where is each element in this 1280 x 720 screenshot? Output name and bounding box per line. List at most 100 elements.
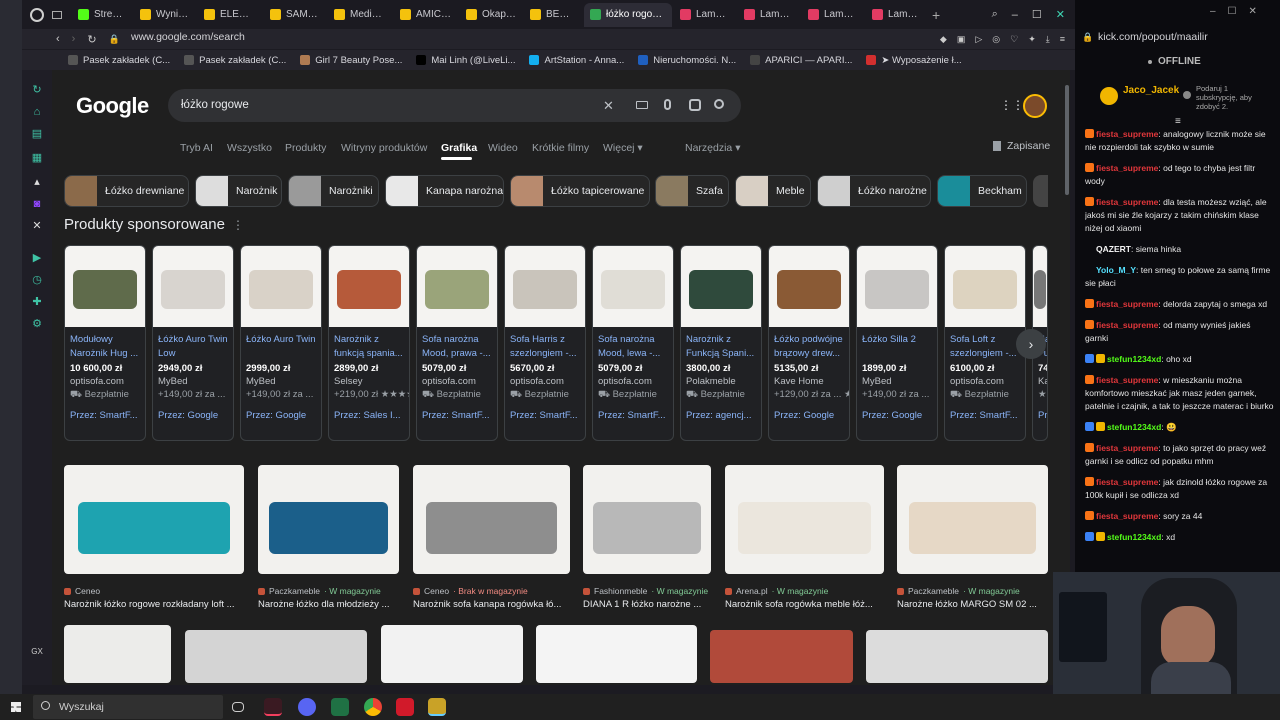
product-via[interactable]: Przez: Google <box>153 403 233 421</box>
product-via[interactable]: Przez: SmartF... <box>505 403 585 421</box>
browser-tab[interactable]: Okapy bi <box>460 3 522 27</box>
tab-images[interactable]: Grafika <box>441 142 477 154</box>
chat-username[interactable]: Yolo_M_Y <box>1096 265 1136 275</box>
product-via[interactable]: Przez: Sales I... <box>329 403 409 421</box>
product-name[interactable]: Sofa Harris z szezlongiem -... <box>505 327 585 362</box>
maximize-button[interactable]: ☐ <box>1032 8 1042 21</box>
image-result[interactable] <box>381 625 523 683</box>
product-via[interactable]: Prz <box>1033 403 1047 421</box>
browser-tab[interactable]: ELECTRO <box>198 3 262 27</box>
tab-nav[interactable]: Krótkie filmy <box>532 142 589 154</box>
browser-tab[interactable]: Wyniki w <box>134 3 196 27</box>
product-via[interactable]: Przez: Google <box>241 403 321 421</box>
tab-overview-icon[interactable] <box>52 10 62 19</box>
bookmark-item[interactable]: ➤ Wyposażenie ł... <box>866 55 962 66</box>
product-card[interactable]: Sofa narożna Mood, lewa -... 5079,00 zł op… <box>592 245 674 441</box>
product-name[interactable]: Sofa Loft z szezlongiem -... <box>945 327 1025 362</box>
product-via[interactable]: Przez: agencj... <box>681 403 761 421</box>
product-name[interactable]: Sofa narożna Mood, lewa -... <box>593 327 673 362</box>
browser-tab[interactable]: Lampa s <box>802 3 864 27</box>
suggestion-chip[interactable]: Łóżko narożne <box>817 175 931 207</box>
forward-icon[interactable]: › <box>72 33 76 45</box>
product-name[interactable]: Łóżko podwójne brązowy drew... <box>769 327 849 362</box>
image-result[interactable] <box>536 625 697 683</box>
browser-tab[interactable]: AMICA E <box>394 3 458 27</box>
product-card[interactable]: Sofa Loft z szezlongiem -... 6100,00 zł op… <box>944 245 1026 441</box>
image-result[interactable]: Fashionmeble · W magazynie DIANA 1 R łóżko… <box>583 465 731 610</box>
product-name[interactable]: Łóżko Silla 2 <box>857 327 937 362</box>
chat-username[interactable]: stefun1234xd <box>1107 532 1161 542</box>
recorder-taskbar-icon[interactable] <box>396 698 414 716</box>
bookmark-icon[interactable]: ◆ <box>940 34 947 45</box>
image-title[interactable]: DIANA 1 R łóżko narożne ... <box>583 599 721 610</box>
chat-username[interactable]: fiesta_supreme <box>1096 129 1158 139</box>
suggestion-chip[interactable]: Łóżko drewniane <box>64 175 189 207</box>
heart-icon[interactable]: ♡ <box>1010 34 1018 45</box>
chat-username[interactable]: stefun1234xd <box>1107 422 1161 432</box>
settings-icon[interactable]: ⚙ <box>31 318 43 330</box>
product-via[interactable]: Przez: SmartF... <box>593 403 673 421</box>
x-icon[interactable]: ✕ <box>31 220 43 232</box>
product-name[interactable]: Narożnik z funkcją spania... <box>329 327 409 362</box>
reload-icon[interactable]: ↻ <box>87 33 96 46</box>
google-logo[interactable]: Google <box>76 93 149 119</box>
tab-nav[interactable]: Wideo <box>488 142 518 154</box>
new-tab-button[interactable]: + <box>932 7 940 23</box>
browser-tab[interactable]: Lampa s <box>738 3 800 27</box>
player-icon[interactable]: ▷ <box>975 34 982 45</box>
image-title[interactable]: Narożne łóżko MARGO SM 02 ... <box>897 599 1048 610</box>
search-icon[interactable] <box>714 99 724 109</box>
clear-search-icon[interactable]: ✕ <box>603 98 614 114</box>
product-card[interactable]: Łóżko podwójne brązowy drew... 5135,00 zł… <box>768 245 850 441</box>
image-result[interactable]: Ceneo · Brak w magazynie Narożnik sofa kan… <box>413 465 590 610</box>
browser-tab[interactable]: Media Ex <box>328 3 392 27</box>
mic-icon[interactable] <box>664 99 671 110</box>
suggestion-chip[interactable]: Narożnik <box>195 175 282 207</box>
close-window-button[interactable]: ✕ <box>1056 8 1065 21</box>
extensions-icon[interactable]: ✦ <box>1028 34 1036 45</box>
product-via[interactable]: Przez: SmartF... <box>417 403 497 421</box>
product-card[interactable]: Łóżko Silla 2 1899,00 zł MyBed +149,00 zł z… <box>856 245 938 441</box>
browser-tab[interactable]: BEKO b. <box>524 3 582 27</box>
suggestion-chip[interactable]: Łóżko tapicerowane <box>510 175 650 207</box>
url-field[interactable]: www.google.com/search <box>131 31 245 43</box>
menu-icon[interactable]: ≡ <box>1060 34 1065 44</box>
app-taskbar-icon[interactable] <box>428 698 446 716</box>
chat-username[interactable]: fiesta_supreme <box>1096 163 1158 173</box>
chat-username[interactable]: fiesta_supreme <box>1096 375 1158 385</box>
bookmark-item[interactable]: Girl 7 Beauty Pose... <box>300 55 402 66</box>
image-title[interactable]: Narożnik łóżko rogowe rozkładany loft ..… <box>64 599 254 610</box>
suggestion-chip[interactable]: Szafa <box>655 175 729 207</box>
download-icon[interactable]: ⤓ <box>1046 34 1050 45</box>
chat-username[interactable]: QAZERT <box>1096 244 1131 254</box>
image-title[interactable]: Narożne łóżko dla młodzieży ... <box>258 599 409 610</box>
image-title[interactable]: Narożnik sofa kanapa rogówka łó... <box>413 599 580 610</box>
twitch-icon[interactable]: ◙ <box>31 198 43 210</box>
chat-window-controls[interactable]: –☐✕ <box>1210 6 1269 17</box>
tab-nav[interactable]: Tryb AI <box>180 142 213 154</box>
product-card[interactable]: Modułowy Narożnik Hug ... 10 600,00 zł opt… <box>64 245 146 441</box>
search-box[interactable] <box>168 89 741 122</box>
extensions-side-icon[interactable]: ✚ <box>31 296 43 308</box>
image-result[interactable] <box>185 630 367 683</box>
chat-username[interactable]: fiesta_supreme <box>1096 511 1158 521</box>
avatar[interactable] <box>1023 94 1047 118</box>
player-side-icon[interactable]: ▶ <box>31 252 43 264</box>
chat-username[interactable]: stefun1234xd <box>1107 354 1161 364</box>
tools-menu[interactable]: Narzędzia ▾ <box>685 142 740 154</box>
product-via[interactable]: Przez: Google <box>769 403 849 421</box>
product-name[interactable]: Sofa narożna Mood, prawa -... <box>417 327 497 362</box>
task-view-icon[interactable] <box>232 702 244 712</box>
image-result[interactable]: Paczkameble · W magazynie Narożne łóżko MA… <box>897 465 1048 610</box>
tab-nav[interactable]: Witryny produktów <box>341 142 427 154</box>
product-via[interactable]: Przez: SmartF... <box>945 403 1025 421</box>
sponsored-info-icon[interactable]: ⋮ <box>232 218 244 232</box>
product-card[interactable]: Narożnik z funkcją spania... 2899,00 zł Se… <box>328 245 410 441</box>
product-name[interactable]: Narożnik z Funkcją Spani... <box>681 327 761 362</box>
product-card[interactable]: Łóżko Auro Twin Low 2949,00 zł MyBed +149,0… <box>152 245 234 441</box>
chat-url[interactable]: kick.com/popout/maailir <box>1098 31 1208 43</box>
opera-gx-icon[interactable] <box>30 7 44 22</box>
tab-nav[interactable]: Więcej ▾ <box>603 142 643 154</box>
minimize-button[interactable]: – <box>1012 9 1018 21</box>
product-card[interactable]: Sofa Harris z szezlongiem -... 5670,00 zł… <box>504 245 586 441</box>
